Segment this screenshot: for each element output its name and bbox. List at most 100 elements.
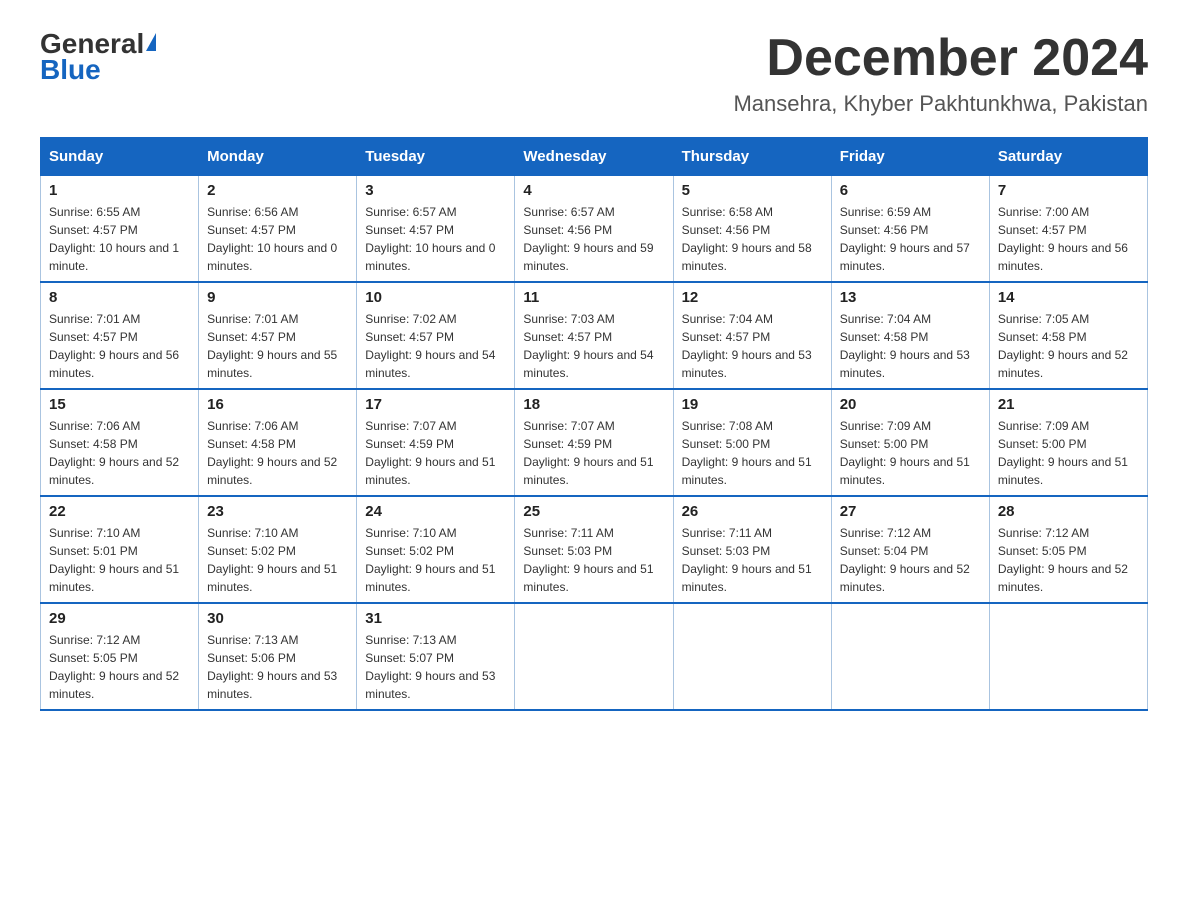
day-header-saturday: Saturday [989, 138, 1147, 176]
day-number: 31 [365, 610, 506, 627]
day-info: Sunrise: 7:01 AMSunset: 4:57 PMDaylight:… [207, 312, 337, 380]
day-info: Sunrise: 6:57 AMSunset: 4:56 PMDaylight:… [523, 205, 653, 273]
header: General Blue December 2024 Mansehra, Khy… [40, 30, 1148, 117]
day-info: Sunrise: 7:03 AMSunset: 4:57 PMDaylight:… [523, 312, 653, 380]
calendar-table: SundayMondayTuesdayWednesdayThursdayFrid… [40, 137, 1148, 711]
location-title: Mansehra, Khyber Pakhtunkhwa, Pakistan [733, 91, 1148, 117]
calendar-cell: 26 Sunrise: 7:11 AMSunset: 5:03 PMDaylig… [673, 496, 831, 603]
calendar-cell: 21 Sunrise: 7:09 AMSunset: 5:00 PMDaylig… [989, 389, 1147, 496]
day-info: Sunrise: 7:09 AMSunset: 5:00 PMDaylight:… [998, 419, 1128, 487]
day-header-sunday: Sunday [41, 138, 199, 176]
day-number: 1 [49, 182, 190, 199]
calendar-cell: 29 Sunrise: 7:12 AMSunset: 5:05 PMDaylig… [41, 603, 199, 710]
day-header-monday: Monday [199, 138, 357, 176]
calendar-cell: 31 Sunrise: 7:13 AMSunset: 5:07 PMDaylig… [357, 603, 515, 710]
day-number: 4 [523, 182, 664, 199]
day-number: 9 [207, 289, 348, 306]
calendar-cell: 25 Sunrise: 7:11 AMSunset: 5:03 PMDaylig… [515, 496, 673, 603]
day-number: 11 [523, 289, 664, 306]
day-number: 3 [365, 182, 506, 199]
calendar-cell: 8 Sunrise: 7:01 AMSunset: 4:57 PMDayligh… [41, 282, 199, 389]
calendar-cell: 12 Sunrise: 7:04 AMSunset: 4:57 PMDaylig… [673, 282, 831, 389]
day-info: Sunrise: 6:57 AMSunset: 4:57 PMDaylight:… [365, 205, 495, 273]
calendar-week-row: 15 Sunrise: 7:06 AMSunset: 4:58 PMDaylig… [41, 389, 1148, 496]
day-number: 7 [998, 182, 1139, 199]
day-number: 15 [49, 396, 190, 413]
day-number: 18 [523, 396, 664, 413]
day-header-thursday: Thursday [673, 138, 831, 176]
day-info: Sunrise: 7:10 AMSunset: 5:02 PMDaylight:… [365, 526, 495, 594]
calendar-cell: 9 Sunrise: 7:01 AMSunset: 4:57 PMDayligh… [199, 282, 357, 389]
day-number: 29 [49, 610, 190, 627]
day-number: 21 [998, 396, 1139, 413]
calendar-cell: 14 Sunrise: 7:05 AMSunset: 4:58 PMDaylig… [989, 282, 1147, 389]
day-number: 30 [207, 610, 348, 627]
day-number: 2 [207, 182, 348, 199]
calendar-week-row: 1 Sunrise: 6:55 AMSunset: 4:57 PMDayligh… [41, 176, 1148, 283]
calendar-cell: 13 Sunrise: 7:04 AMSunset: 4:58 PMDaylig… [831, 282, 989, 389]
calendar-cell: 18 Sunrise: 7:07 AMSunset: 4:59 PMDaylig… [515, 389, 673, 496]
day-number: 26 [682, 503, 823, 520]
day-info: Sunrise: 7:08 AMSunset: 5:00 PMDaylight:… [682, 419, 812, 487]
day-number: 17 [365, 396, 506, 413]
calendar-cell: 2 Sunrise: 6:56 AMSunset: 4:57 PMDayligh… [199, 176, 357, 283]
day-info: Sunrise: 7:04 AMSunset: 4:58 PMDaylight:… [840, 312, 970, 380]
day-info: Sunrise: 7:00 AMSunset: 4:57 PMDaylight:… [998, 205, 1128, 273]
calendar-header-row: SundayMondayTuesdayWednesdayThursdayFrid… [41, 138, 1148, 176]
day-info: Sunrise: 6:58 AMSunset: 4:56 PMDaylight:… [682, 205, 812, 273]
calendar-cell: 19 Sunrise: 7:08 AMSunset: 5:00 PMDaylig… [673, 389, 831, 496]
calendar-cell [673, 603, 831, 710]
calendar-cell: 17 Sunrise: 7:07 AMSunset: 4:59 PMDaylig… [357, 389, 515, 496]
logo-triangle-icon [146, 33, 156, 51]
calendar-cell [831, 603, 989, 710]
day-info: Sunrise: 7:10 AMSunset: 5:02 PMDaylight:… [207, 526, 337, 594]
day-number: 20 [840, 396, 981, 413]
calendar-cell [515, 603, 673, 710]
day-info: Sunrise: 7:06 AMSunset: 4:58 PMDaylight:… [207, 419, 337, 487]
day-number: 12 [682, 289, 823, 306]
day-info: Sunrise: 6:56 AMSunset: 4:57 PMDaylight:… [207, 205, 337, 273]
day-info: Sunrise: 7:07 AMSunset: 4:59 PMDaylight:… [365, 419, 495, 487]
day-number: 28 [998, 503, 1139, 520]
day-number: 27 [840, 503, 981, 520]
day-info: Sunrise: 7:13 AMSunset: 5:07 PMDaylight:… [365, 633, 495, 701]
calendar-cell: 30 Sunrise: 7:13 AMSunset: 5:06 PMDaylig… [199, 603, 357, 710]
day-info: Sunrise: 7:10 AMSunset: 5:01 PMDaylight:… [49, 526, 179, 594]
calendar-cell: 4 Sunrise: 6:57 AMSunset: 4:56 PMDayligh… [515, 176, 673, 283]
day-header-friday: Friday [831, 138, 989, 176]
calendar-cell: 15 Sunrise: 7:06 AMSunset: 4:58 PMDaylig… [41, 389, 199, 496]
calendar-cell: 23 Sunrise: 7:10 AMSunset: 5:02 PMDaylig… [199, 496, 357, 603]
day-info: Sunrise: 7:05 AMSunset: 4:58 PMDaylight:… [998, 312, 1128, 380]
calendar-cell: 28 Sunrise: 7:12 AMSunset: 5:05 PMDaylig… [989, 496, 1147, 603]
day-info: Sunrise: 7:12 AMSunset: 5:04 PMDaylight:… [840, 526, 970, 594]
day-number: 14 [998, 289, 1139, 306]
calendar-cell: 6 Sunrise: 6:59 AMSunset: 4:56 PMDayligh… [831, 176, 989, 283]
title-area: December 2024 Mansehra, Khyber Pakhtunkh… [733, 30, 1148, 117]
day-number: 8 [49, 289, 190, 306]
day-info: Sunrise: 7:09 AMSunset: 5:00 PMDaylight:… [840, 419, 970, 487]
day-number: 25 [523, 503, 664, 520]
day-number: 23 [207, 503, 348, 520]
calendar-week-row: 22 Sunrise: 7:10 AMSunset: 5:01 PMDaylig… [41, 496, 1148, 603]
day-info: Sunrise: 7:04 AMSunset: 4:57 PMDaylight:… [682, 312, 812, 380]
day-info: Sunrise: 7:02 AMSunset: 4:57 PMDaylight:… [365, 312, 495, 380]
day-number: 16 [207, 396, 348, 413]
calendar-cell: 27 Sunrise: 7:12 AMSunset: 5:04 PMDaylig… [831, 496, 989, 603]
day-info: Sunrise: 6:55 AMSunset: 4:57 PMDaylight:… [49, 205, 179, 273]
day-info: Sunrise: 7:07 AMSunset: 4:59 PMDaylight:… [523, 419, 653, 487]
day-number: 24 [365, 503, 506, 520]
calendar-cell: 22 Sunrise: 7:10 AMSunset: 5:01 PMDaylig… [41, 496, 199, 603]
calendar-cell: 16 Sunrise: 7:06 AMSunset: 4:58 PMDaylig… [199, 389, 357, 496]
day-number: 6 [840, 182, 981, 199]
calendar-cell: 7 Sunrise: 7:00 AMSunset: 4:57 PMDayligh… [989, 176, 1147, 283]
month-title: December 2024 [733, 30, 1148, 87]
calendar-cell: 10 Sunrise: 7:02 AMSunset: 4:57 PMDaylig… [357, 282, 515, 389]
logo-blue-text: Blue [40, 54, 101, 86]
day-info: Sunrise: 7:11 AMSunset: 5:03 PMDaylight:… [523, 526, 653, 594]
day-info: Sunrise: 6:59 AMSunset: 4:56 PMDaylight:… [840, 205, 970, 273]
day-number: 5 [682, 182, 823, 199]
day-header-tuesday: Tuesday [357, 138, 515, 176]
day-info: Sunrise: 7:12 AMSunset: 5:05 PMDaylight:… [998, 526, 1128, 594]
day-header-wednesday: Wednesday [515, 138, 673, 176]
calendar-cell: 3 Sunrise: 6:57 AMSunset: 4:57 PMDayligh… [357, 176, 515, 283]
